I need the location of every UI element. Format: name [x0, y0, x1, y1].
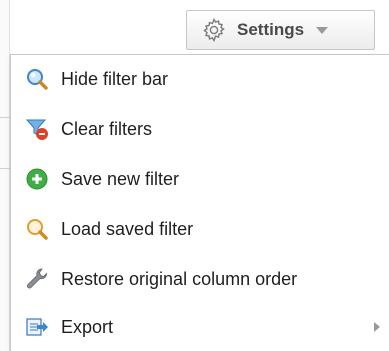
chevron-down-icon — [316, 26, 329, 34]
settings-button-label: Settings — [237, 20, 305, 39]
menu-item-clear-filters[interactable]: Clear filters — [11, 109, 389, 149]
settings-dropdown-menu: Hide filter bar Clear filters Save new f… — [10, 54, 389, 351]
menu-item-load-saved-filter[interactable]: Load saved filter — [11, 209, 389, 249]
menu-item-hide-filter-bar[interactable]: Hide filter bar — [11, 59, 389, 99]
menu-item-label: Restore original column order — [61, 268, 298, 289]
add-circle-icon — [26, 168, 48, 190]
menu-item-restore-column-order[interactable]: Restore original column order — [11, 259, 389, 299]
magnifier-orange-icon — [27, 219, 48, 240]
menu-item-save-new-filter[interactable]: Save new filter — [11, 159, 389, 199]
gear-icon — [203, 17, 225, 43]
panel-divider — [0, 117, 10, 118]
submenu-arrow-icon — [374, 322, 380, 332]
export-icon — [26, 318, 48, 336]
filter-clear-icon — [25, 119, 48, 140]
menu-item-label: Save new filter — [61, 168, 180, 189]
panel-divider — [0, 168, 10, 169]
menu-item-label: Load saved filter — [61, 218, 194, 239]
background-panel-edge — [0, 0, 10, 351]
settings-button[interactable]: Settings — [186, 10, 375, 50]
menu-item-label: Clear filters — [61, 118, 153, 139]
menu-item-label: Hide filter bar — [61, 68, 169, 89]
wrench-icon — [27, 268, 47, 289]
menu-item-export[interactable]: Export — [11, 307, 389, 347]
menu-item-label: Export — [61, 316, 114, 337]
magnifier-blue-icon — [27, 69, 48, 90]
